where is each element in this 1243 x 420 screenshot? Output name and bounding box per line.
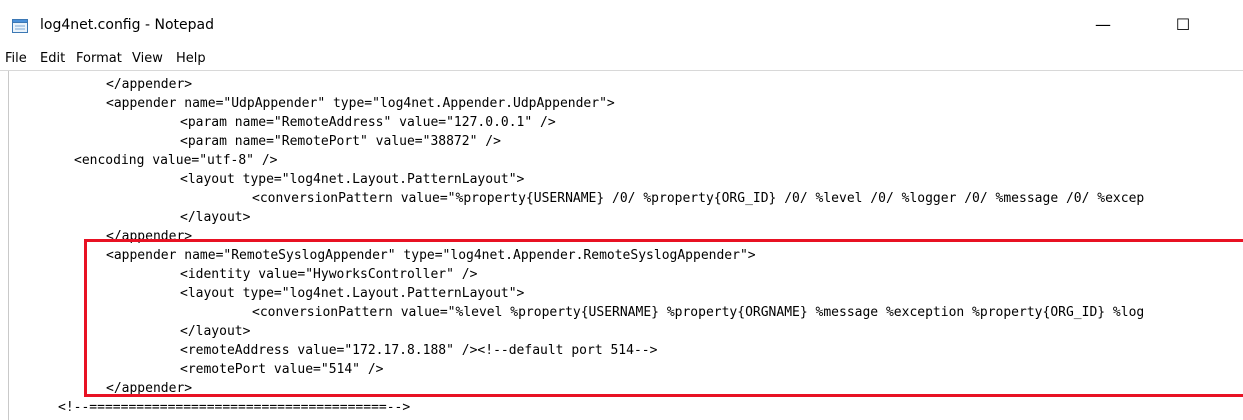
menu-view[interactable]: View [132,51,163,66]
code-line: <conversionPattern value="%property{USER… [252,191,1145,206]
menu-file[interactable]: File [5,51,27,66]
code-line: <layout type="log4net.Layout.PatternLayo… [180,172,525,187]
minimize-button[interactable]: — [1080,6,1126,42]
code-line: </appender> [106,77,193,92]
highlight-annotation-box [84,239,1243,397]
title-bar: log4net.config - Notepad — ☐ ✕ [0,0,1243,48]
code-line: <param name="RemotePort" value="38872" /… [180,134,501,149]
code-line: <param name="RemoteAddress" value="127.0… [180,115,556,130]
code-line: <appender name="UdpAppender" type="log4n… [106,96,615,111]
menu-format[interactable]: Format [76,51,122,66]
editor-left-edge [8,71,9,420]
close-button[interactable]: ✕ [1226,6,1243,42]
maximize-button[interactable]: ☐ [1160,6,1206,42]
window-title: log4net.config - Notepad [40,17,214,33]
code-line: <encoding value="utf-8" /> [74,153,278,168]
menu-help[interactable]: Help [176,51,206,66]
code-line: <!--====================================… [58,400,411,415]
menu-edit[interactable]: Edit [40,51,65,66]
menu-bar: File Edit Format View Help [0,48,1243,71]
notepad-icon [12,18,28,33]
code-line: </layout> [180,210,251,225]
text-editor-area[interactable]: </appender> <appender name="UdpAppender"… [0,71,1243,420]
maximize-icon: ☐ [1175,14,1191,34]
minimize-icon: — [1095,14,1111,34]
